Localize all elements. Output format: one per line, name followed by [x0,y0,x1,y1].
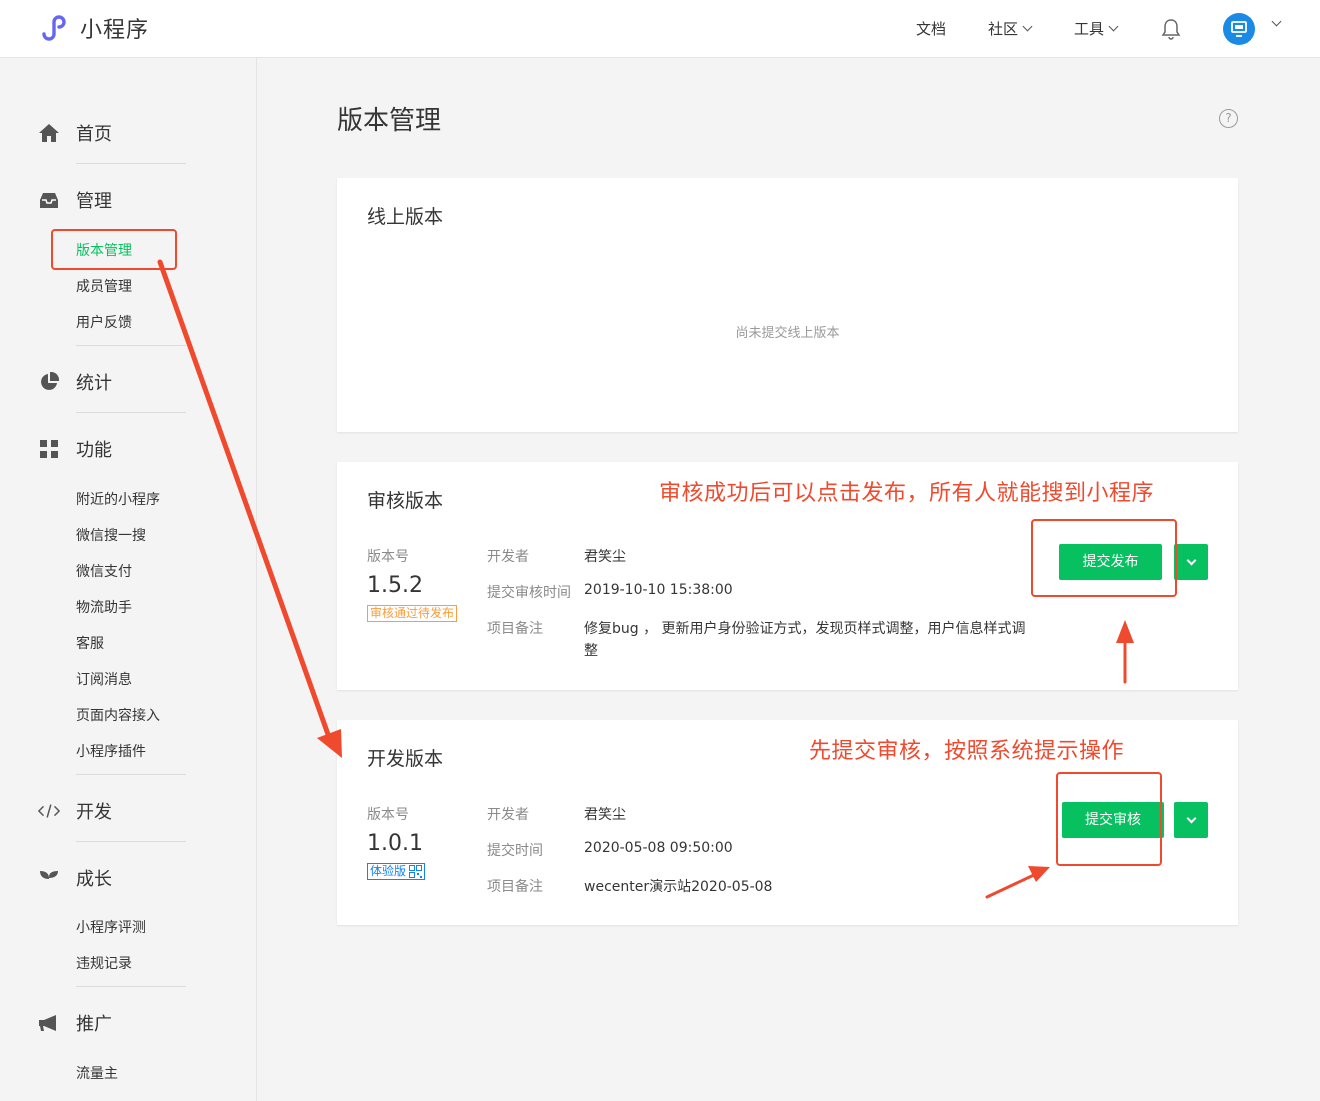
nav-docs-label: 文档 [916,20,947,38]
divider [76,412,186,413]
logo[interactable]: 小程序 [38,12,149,44]
sidebar-item-page-content[interactable]: 页面内容接入 [76,705,160,725]
inbox-icon [40,192,58,208]
chevron-down-icon[interactable] [1271,16,1282,27]
sidebar-item-label: 推广 [76,1014,112,1035]
qrcode-icon [409,865,423,878]
nav-tools[interactable]: 工具 [1074,18,1119,39]
nav-tools-label: 工具 [1074,20,1105,38]
note-value: wecenter演示站2020-05-08 [584,879,773,895]
review-version-title: 审核版本 [367,490,444,512]
note-label: 项目备注 [487,621,543,637]
sidebar-item-label: 首页 [76,124,112,145]
chevron-down-icon [1108,21,1119,32]
sidebar-item-label: 管理 [76,191,112,212]
nav-community-label: 社区 [988,20,1019,38]
developer-value: 君笑尘 [584,549,626,565]
divider [76,774,186,775]
online-version-card: 线上版本 尚未提交线上版本 [337,178,1238,432]
publish-more-button[interactable] [1174,544,1208,580]
developer-value: 君笑尘 [584,807,626,823]
annotation-box-publish [1031,519,1177,597]
mini-program-logo-icon [42,15,66,41]
sidebar: 首页 管理 版本管理 成员管理 用户反馈 统计 功能 附近的小程序 微信搜一搜 … [0,58,257,1101]
sidebar-item-home[interactable]: 首页 [38,120,112,146]
sidebar-item-stats[interactable]: 统计 [38,369,112,395]
sidebar-item-logistics[interactable]: 物流助手 [76,597,132,617]
sidebar-item-traffic-owner[interactable]: 流量主 [76,1063,118,1083]
sidebar-item-customer-service[interactable]: 客服 [76,633,104,653]
developer-label: 开发者 [487,549,529,565]
bell-icon[interactable] [1161,18,1181,40]
sidebar-item-growth[interactable]: 成长 [38,865,112,891]
page-title: 版本管理 [337,106,442,136]
time-label: 提交时间 [487,843,543,859]
status-badge[interactable]: 体验版 [367,863,426,880]
online-version-title: 线上版本 [367,206,444,228]
sidebar-item-subscription[interactable]: 订阅消息 [76,669,132,689]
grid-icon [40,440,58,458]
annotation-publish-hint: 审核成功后可以点击发布，所有人就能搜到小程序 [659,481,1155,506]
sidebar-item-member-manage[interactable]: 成员管理 [76,276,132,296]
top-bar: 小程序 文档 社区 工具 [0,0,1320,58]
annotation-submit-hint: 先提交审核，按照系统提示操作 [809,739,1125,764]
review-more-button[interactable] [1174,802,1208,838]
chevron-down-icon [1022,21,1033,32]
chevron-down-icon [1186,813,1196,823]
nav-docs[interactable]: 文档 [916,18,946,39]
sidebar-item-plugins[interactable]: 小程序插件 [76,741,146,761]
time-value: 2020-05-08 09:50:00 [584,840,733,856]
developer-label: 开发者 [487,807,529,823]
sidebar-item-label: 功能 [76,440,112,461]
version-number: 1.0.1 [367,831,423,856]
sidebar-item-promote[interactable]: 推广 [38,1010,112,1036]
home-icon [39,124,59,142]
sidebar-item-label: 成长 [76,869,112,890]
code-icon [38,804,60,818]
time-value: 2019-10-10 15:38:00 [584,582,733,598]
dev-version-title: 开发版本 [367,748,444,770]
time-label: 提交审核时间 [487,585,571,601]
sidebar-item-violations[interactable]: 违规记录 [76,953,132,973]
annotation-box-version-manage [51,229,177,270]
sprout-icon [40,871,58,886]
note-value-line1: 修复bug ， 更新用户身份验证方式，发现页样式调整，用户信息样式调 [584,621,1026,637]
version-label: 版本号 [367,807,409,823]
version-number: 1.5.2 [367,573,423,598]
sidebar-item-develop[interactable]: 开发 [38,798,112,824]
nav-community[interactable]: 社区 [988,18,1033,39]
divider [76,841,186,842]
sidebar-item-user-feedback[interactable]: 用户反馈 [76,312,132,332]
annotation-box-submit-review [1056,772,1162,866]
avatar[interactable] [1223,13,1255,45]
version-label: 版本号 [367,549,409,565]
pie-chart-icon [41,372,59,390]
sidebar-item-wechat-search[interactable]: 微信搜一搜 [76,525,146,545]
online-empty-text: 尚未提交线上版本 [735,326,840,341]
sidebar-item-label: 开发 [76,802,112,823]
chevron-down-icon [1186,555,1196,565]
note-value-line2: 整 [584,643,598,659]
status-badge-label: 体验版 [370,864,407,878]
sidebar-item-label: 统计 [76,373,112,394]
megaphone-icon [39,1015,56,1031]
sidebar-item-wechat-pay[interactable]: 微信支付 [76,561,132,581]
help-icon[interactable]: ? [1219,109,1238,128]
app-title: 小程序 [80,18,150,43]
status-badge: 审核通过待发布 [367,605,458,622]
monitor-icon [1231,21,1247,37]
sidebar-item-nearby[interactable]: 附近的小程序 [76,489,160,509]
divider [76,345,186,346]
divider [76,986,186,987]
divider [76,163,186,164]
sidebar-item-evaluation[interactable]: 小程序评测 [76,917,146,937]
sidebar-item-manage[interactable]: 管理 [38,187,112,213]
sidebar-item-features[interactable]: 功能 [38,436,112,462]
note-label: 项目备注 [487,879,543,895]
